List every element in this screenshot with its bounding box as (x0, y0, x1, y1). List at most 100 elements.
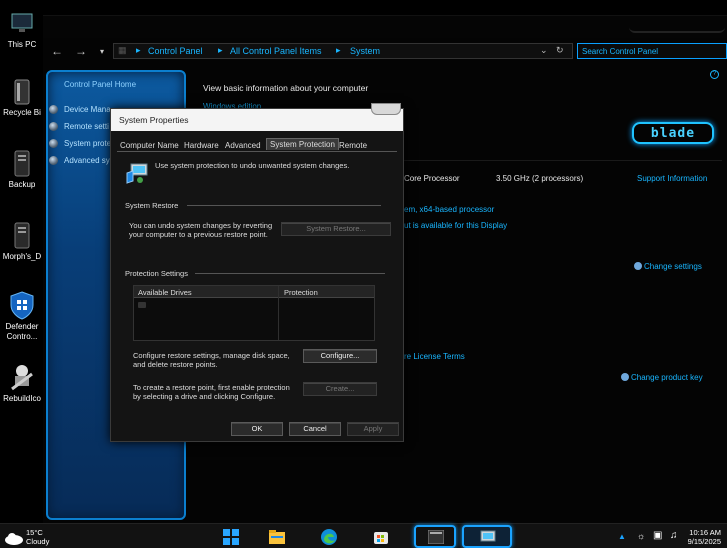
dialog-close-button[interactable] (371, 103, 401, 115)
shield-icon (10, 291, 34, 320)
drives-table[interactable]: Available Drives Protection (133, 285, 375, 341)
processor-speed: 3.50 GHz (2 processors) (496, 174, 584, 183)
oem-logo: blade (632, 122, 714, 144)
shield-icon (621, 373, 629, 381)
clock-date: 9/15/2025 (687, 537, 721, 546)
system-restore-heading: System Restore (125, 201, 179, 210)
divider (404, 160, 722, 161)
tab-remote[interactable]: Remote (339, 139, 367, 151)
tab-computer-name[interactable]: Computer Name (120, 139, 179, 151)
page-heading: View basic information about your comput… (203, 83, 369, 93)
system-type-value: em, x64-based processor (404, 205, 495, 214)
configure-button[interactable]: Configure... (303, 349, 377, 363)
desktop-icon-label: RebuildIco (3, 394, 41, 403)
support-information-link[interactable]: Support Information (637, 174, 707, 183)
desktop-icon-label: Backup (8, 180, 36, 189)
desktop-icon-defender[interactable]: Defender Contro... (0, 290, 44, 342)
protection-settings-heading: Protection Settings (125, 269, 188, 278)
tab-system-protection[interactable]: System Protection (266, 138, 339, 150)
search-box[interactable] (577, 43, 727, 59)
processor-value: Core Processor (404, 174, 460, 183)
breadcrumb-system[interactable]: System (350, 46, 380, 56)
shield-icon (49, 139, 58, 148)
taskbar-app-frame-active[interactable] (462, 525, 512, 548)
address-bar[interactable]: ▦ ▸ Control Panel ▸ All Control Panel It… (113, 43, 573, 59)
desktop-icon-morphs[interactable]: Morph's_D (0, 220, 44, 261)
sidebar-item-remote-settings[interactable]: Remote setti (64, 122, 109, 131)
create-description-1: To create a restore point, first enable … (133, 383, 290, 392)
desktop-icon-recycle-bin[interactable]: Recycle Bi (0, 76, 44, 117)
apply-button[interactable]: Apply (347, 422, 399, 436)
tab-advanced[interactable]: Advanced (225, 139, 261, 151)
sidebar-control-panel-home[interactable]: Control Panel Home (64, 80, 136, 89)
desktop-icon-label: Defender Contro... (5, 322, 39, 341)
shield-icon (49, 122, 58, 131)
breadcrumb-control-panel[interactable]: Control Panel (148, 46, 203, 56)
column-available-drives[interactable]: Available Drives (138, 288, 192, 297)
store-icon[interactable] (372, 528, 390, 546)
terminal-icon (428, 530, 444, 544)
search-input[interactable] (578, 44, 726, 58)
column-separator (278, 286, 279, 340)
taskbar: 15°C Cloudy ▲ ☼ ▣ ♫ 10:16 AM 9/15/2025 (0, 523, 727, 548)
breadcrumb-all-items[interactable]: All Control Panel Items (230, 46, 322, 56)
system-restore-divider (187, 205, 381, 206)
system-restore-button[interactable]: System Restore... (281, 222, 391, 236)
window-controls[interactable] (629, 19, 725, 33)
weather-temperature: 15°C (26, 528, 43, 537)
refresh-icon[interactable]: ↻ (556, 45, 564, 56)
network-icon[interactable]: ☼ (637, 531, 645, 541)
breadcrumb-separator-icon: ▸ (336, 45, 341, 55)
weather-widget[interactable]: 15°C Cloudy (26, 528, 49, 546)
volume-icon[interactable]: ♫ (670, 530, 678, 541)
desktop-icon-backup[interactable]: Backup (0, 148, 44, 189)
file-explorer-icon[interactable] (268, 528, 286, 546)
desktop-icon-this-pc[interactable]: This PC (0, 8, 44, 49)
desktop-icon-rebuild[interactable]: RebuildIco (0, 362, 44, 403)
shield-icon (634, 262, 642, 270)
recent-dropdown-icon[interactable]: ▾ (100, 47, 104, 56)
desktop-icon-label: This PC (7, 40, 37, 49)
sidebar-item-device-manager[interactable]: Device Mana (64, 105, 111, 114)
desktop-icon-label: Morph's_D (2, 252, 42, 261)
dialog-title: System Properties (119, 115, 189, 125)
window-titlebar (43, 16, 727, 38)
change-product-key-link[interactable]: Change product key (631, 373, 703, 382)
display-icon[interactable]: ▣ (653, 530, 662, 541)
system-properties-icon (480, 530, 496, 542)
dialog-titlebar: System Properties (111, 103, 403, 131)
sidebar-item-system-protection[interactable]: System prote (64, 139, 111, 148)
tools-icon (11, 365, 33, 391)
breadcrumb-separator-icon: ▸ (136, 45, 141, 55)
clock-time: 10:16 AM (689, 528, 721, 537)
shield-icon (49, 156, 58, 165)
change-settings-link[interactable]: Change settings (644, 262, 702, 271)
start-icon[interactable] (222, 528, 240, 546)
restore-description-2: your computer to a previous restore poin… (129, 230, 268, 239)
tower-pc-icon (14, 150, 30, 177)
chevron-up-icon[interactable]: ▲ (618, 532, 626, 541)
cloud-icon (5, 533, 23, 545)
back-arrow-icon[interactable]: ← (51, 44, 63, 58)
protection-settings-divider (195, 273, 385, 274)
taskbar-app-frame[interactable] (414, 525, 456, 548)
help-icon[interactable]: ? (710, 70, 719, 79)
drives-table-header: Available Drives Protection (134, 286, 374, 298)
edge-browser-icon[interactable] (320, 528, 338, 546)
sidebar-item-advanced[interactable]: Advanced sy (64, 156, 110, 165)
cancel-button[interactable]: Cancel (289, 422, 341, 436)
weather-condition: Cloudy (26, 537, 50, 546)
tab-hardware[interactable]: Hardware (184, 139, 219, 151)
recycle-bin-icon (14, 79, 30, 105)
system-protection-icon (126, 163, 148, 184)
configure-description-2: and delete restore points. (133, 360, 218, 369)
license-terms-link[interactable]: re License Terms (404, 352, 465, 361)
forward-arrow-icon[interactable]: → (75, 44, 87, 58)
system-properties-dialog: System Properties Computer Name Hardware… (110, 103, 404, 442)
column-protection[interactable]: Protection (284, 288, 318, 297)
create-button[interactable]: Create... (303, 382, 377, 396)
ok-button[interactable]: OK (231, 422, 283, 436)
address-dropdown-icon[interactable]: ⌄ (540, 45, 548, 56)
configure-description-1: Configure restore settings, manage disk … (133, 351, 290, 360)
system-clock[interactable]: 10:16 AM 9/15/2025 (688, 528, 721, 546)
